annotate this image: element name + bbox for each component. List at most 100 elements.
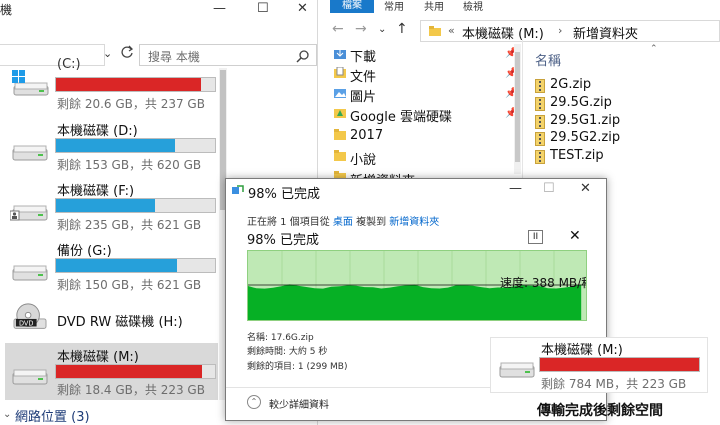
maximize-button[interactable]: ☐ (257, 1, 269, 16)
breadcrumb-item[interactable]: 本機磁碟 (M:) (462, 23, 544, 42)
refresh-icon (121, 45, 134, 58)
chevron-up-icon[interactable]: ⌃ (247, 395, 261, 409)
dialog-title: 98% 已完成 (248, 187, 321, 202)
drive-usage-bar (539, 357, 700, 372)
folder-icon (334, 150, 346, 161)
drive-usage-bar (55, 138, 216, 153)
breadcrumb-item[interactable]: 新增資料夾 (573, 23, 638, 42)
folder-icon (334, 129, 346, 140)
source-link[interactable]: 桌面 (333, 217, 353, 228)
file-item[interactable]: 29.5G1.zip (535, 113, 715, 131)
file-name: 29.5G.zip (550, 95, 612, 110)
nav-item-novels[interactable]: 小說 (320, 145, 523, 168)
copy-description-text: 正在將 1 個項目從 (247, 217, 333, 228)
folder-icon (429, 26, 441, 36)
left-window-title: 機 (0, 3, 13, 17)
file-item[interactable]: 29.5G.zip (535, 95, 715, 113)
search-placeholder: 搜尋 本機 (148, 50, 200, 64)
svg-text:DVD: DVD (19, 320, 34, 328)
file-item[interactable]: TEST.zip (535, 148, 715, 166)
refresh-button[interactable] (120, 44, 134, 64)
close-button[interactable]: ✕ (580, 181, 591, 196)
documents-folder-icon (334, 67, 346, 78)
drive-item-c[interactable]: (C:) 剩餘 20.6 GB，共 237 GB (0, 57, 317, 119)
drive-space-info: 剩餘 235 GB，共 621 GB (57, 218, 202, 232)
search-icon[interactable] (296, 49, 310, 63)
zip-file-icon (535, 97, 545, 111)
drive-space-info: 剩餘 18.4 GB，共 223 GB (57, 383, 205, 397)
drive-name: 備份 (G:) (57, 244, 112, 259)
drive-space-info: 剩餘 153 GB，共 620 GB (57, 158, 202, 172)
drive-space-info: 剩餘 20.6 GB，共 237 GB (57, 97, 205, 111)
network-drive-icon (10, 205, 48, 221)
cancel-button[interactable]: ✕ (569, 228, 581, 244)
destination-link[interactable]: 新增資料夾 (389, 217, 439, 228)
search-input[interactable]: 搜尋 本機 (139, 44, 317, 66)
download-folder-icon (334, 50, 346, 59)
tab-file[interactable]: 檔案 (330, 0, 374, 13)
hard-drive-icon (12, 369, 48, 385)
drive-usage-bar (55, 364, 216, 379)
nav-item-google-drive[interactable]: Google 雲端硬碟 📌 (320, 102, 523, 125)
breadcrumb[interactable]: « 本機磁碟 (M:) › 新增資料夾 (420, 20, 720, 42)
file-name: 2G.zip (550, 77, 592, 92)
dvd-drive-icon: DVD (13, 303, 47, 329)
breadcrumb-overflow[interactable]: « (448, 24, 455, 37)
tab-view[interactable]: 檢視 (463, 0, 483, 13)
minimize-button[interactable]: — (213, 1, 226, 16)
hard-drive-icon (12, 145, 48, 161)
drive-name: 本機磁碟 (M:) (57, 350, 139, 365)
network-locations-group[interactable]: 網路位置 (3) (15, 406, 90, 425)
drive-usage-fill (56, 139, 176, 152)
drive-usage-fill (56, 199, 155, 212)
drive-name: 本機磁碟 (D:) (57, 124, 138, 139)
drive-usage-fill (56, 365, 203, 378)
close-button[interactable]: ✕ (297, 1, 308, 16)
forward-button[interactable]: → (355, 21, 367, 37)
zip-file-icon (535, 150, 545, 164)
hard-drive-icon (499, 362, 535, 378)
nav-item-documents[interactable]: 文件 📌 (320, 62, 523, 85)
fewer-details-button[interactable]: 較少詳細資料 (269, 396, 329, 411)
file-item[interactable]: 29.5G2.zip (535, 130, 715, 148)
maximize-button[interactable]: ☐ (543, 181, 555, 196)
nav-item-pictures[interactable]: 圖片 📌 (320, 82, 523, 105)
left-titlebar: 機 — ☐ ✕ (0, 0, 317, 20)
tab-home[interactable]: 常用 (384, 0, 404, 13)
drive-name: DVD RW 磁碟機 (H:) (57, 315, 183, 330)
chevron-right-icon[interactable]: › (558, 24, 562, 37)
copy-icon (232, 185, 244, 194)
address-bar[interactable] (0, 44, 105, 66)
tab-share[interactable]: 共用 (424, 0, 444, 13)
file-name: TEST.zip (550, 148, 604, 163)
zip-file-icon (535, 79, 545, 93)
transfer-speed-graph: 速度: 388 MB/秒 (247, 250, 587, 321)
pane-divider[interactable] (522, 40, 523, 180)
percent-complete: 98% 已完成 (247, 233, 320, 248)
windows-drive-icon (12, 70, 49, 96)
file-item[interactable]: 2G.zip (535, 77, 715, 95)
nav-item-2017[interactable]: 2017 (320, 124, 523, 144)
up-button[interactable]: ↑ (396, 21, 408, 37)
pictures-folder-icon (334, 89, 346, 98)
column-header-name[interactable]: 名稱 (535, 50, 561, 69)
back-button[interactable]: ← (332, 21, 344, 37)
nav-label: 2017 (350, 128, 384, 143)
address-dropdown-icon[interactable]: ⌄ (103, 47, 112, 60)
minimize-button[interactable]: — (509, 181, 522, 196)
google-drive-folder-icon (334, 109, 346, 118)
nav-pane-scrollbar-thumb[interactable] (515, 52, 520, 162)
drive-name: 本機磁碟 (M:) (541, 343, 623, 358)
pause-button[interactable]: II (528, 230, 543, 244)
zip-file-icon (535, 115, 545, 129)
recent-locations-icon[interactable]: ⌄ (378, 24, 386, 35)
file-name: 29.5G2.zip (550, 130, 621, 145)
hard-drive-icon (12, 265, 48, 281)
zip-file-icon (535, 132, 545, 146)
drive-usage-bar (55, 258, 216, 273)
time-remaining-detail: 剩餘時間: 大約 5 秒 (247, 347, 328, 357)
drive-usage-bar (55, 77, 216, 92)
chevron-down-icon[interactable]: ⌄ (3, 409, 11, 420)
drive-item-d[interactable]: 本機磁碟 (D:) 剩餘 153 GB，共 620 GB (0, 119, 317, 179)
nav-item-downloads[interactable]: 下載 📌 (320, 42, 523, 65)
